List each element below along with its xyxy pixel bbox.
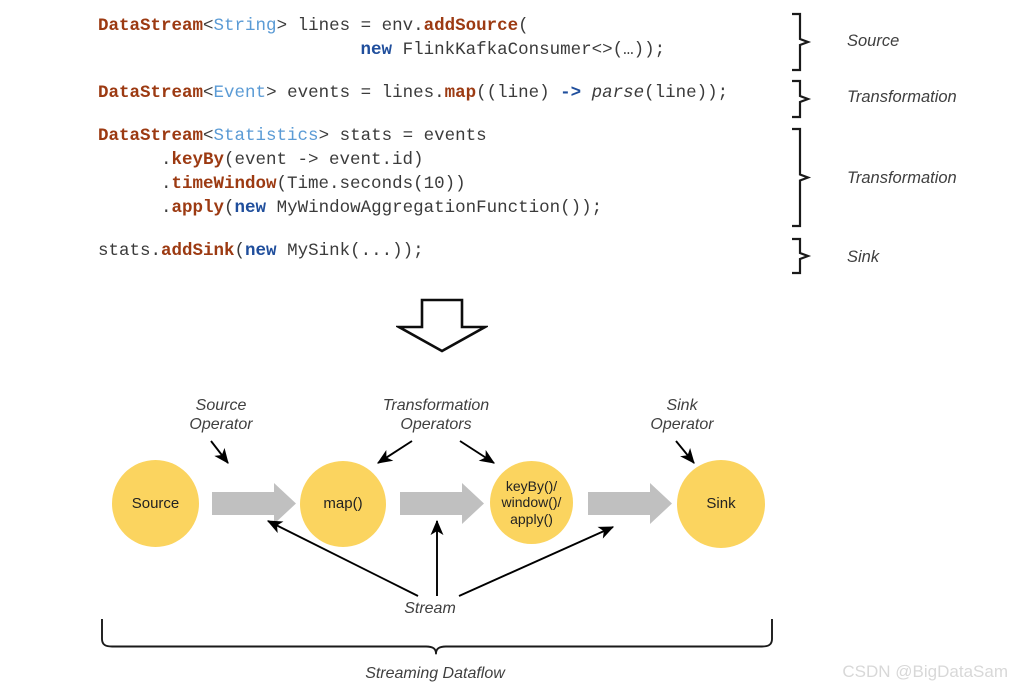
label-source-operator: Source Operator bbox=[189, 397, 253, 434]
brace-sink bbox=[790, 237, 816, 275]
node-map-label: map() bbox=[323, 495, 363, 513]
code-token-method: apply bbox=[171, 198, 225, 218]
code-token-method: addSink bbox=[161, 241, 235, 261]
code-token-plain: . bbox=[98, 174, 172, 194]
code-token-plain: < bbox=[203, 83, 214, 103]
code-line: stats.addSink(new MySink(...)); bbox=[98, 239, 798, 263]
node-source: Source bbox=[112, 460, 199, 547]
code-token-plain: (event -> event.id) bbox=[224, 150, 424, 170]
label-transformation-operators: Transformation Operators bbox=[382, 397, 490, 434]
code-line: .apply(new MyWindowAggregationFunction()… bbox=[98, 196, 798, 220]
code-token-plain: stats. bbox=[98, 241, 162, 261]
brace-label-transformation-2: Transformation bbox=[847, 169, 957, 187]
pointer-source-operator bbox=[210, 440, 229, 464]
node-sink: Sink bbox=[677, 460, 765, 548]
code-token-plain: (Time.seconds(10)) bbox=[276, 174, 466, 194]
code-token-method: keyBy bbox=[171, 150, 225, 170]
code-token-plain: . bbox=[98, 198, 172, 218]
node-source-label: Source bbox=[131, 494, 180, 512]
code-token-plain: . bbox=[98, 150, 172, 170]
code-token-type: DataStream bbox=[98, 126, 204, 146]
code-token-plain: (line)); bbox=[644, 83, 729, 103]
label-sink-operator: Sink Operator bbox=[650, 397, 714, 434]
code-token-kw: new bbox=[234, 198, 267, 218]
code-token-kw: new bbox=[360, 40, 393, 60]
code-token-method: addSource bbox=[423, 16, 519, 36]
brace-streaming-dataflow bbox=[101, 619, 773, 655]
code-token-plain: < bbox=[203, 126, 214, 146]
code-token-plain: ( bbox=[518, 16, 529, 36]
code-line: DataStream<String> lines = env.addSource… bbox=[98, 14, 798, 38]
code-line: .timeWindow(Time.seconds(10)) bbox=[98, 172, 798, 196]
code-token-plain: ( bbox=[224, 198, 235, 218]
code-token-plain: > stats = events bbox=[318, 126, 487, 146]
node-keyby-label: keyBy()/ window()/ apply() bbox=[501, 477, 562, 527]
code-line: new FlinkKafkaConsumer<>(…)); bbox=[98, 38, 798, 62]
code-token-plain: > events = lines. bbox=[266, 83, 445, 103]
code-token-method: map bbox=[444, 83, 477, 103]
brace-label-source: Source bbox=[847, 32, 900, 50]
node-keyby-window-apply: keyBy()/ window()/ apply() bbox=[490, 461, 573, 544]
code-token-type: DataStream bbox=[98, 83, 204, 103]
code-line: .keyBy(event -> event.id) bbox=[98, 148, 798, 172]
code-token-method: timeWindow bbox=[171, 174, 277, 194]
code-token-plain: MySink(...)); bbox=[276, 241, 424, 261]
flow-arrow-keyby-sink bbox=[588, 483, 672, 524]
pointer-transformation-keyby bbox=[459, 440, 495, 464]
flow-arrow-map-keyby bbox=[400, 483, 484, 524]
brace-transformation-1 bbox=[790, 79, 816, 119]
code-token-generic: String bbox=[213, 16, 277, 36]
brace-label-sink: Sink bbox=[847, 248, 880, 266]
down-arrow-icon bbox=[394, 298, 490, 358]
code-line: DataStream<Event> events = lines.map((li… bbox=[98, 81, 798, 105]
brace-transformation-2 bbox=[790, 127, 816, 228]
code-token-plain: MyWindowAggregationFunction()); bbox=[266, 198, 603, 218]
node-map: map() bbox=[300, 461, 386, 547]
code-line: DataStream<Statistics> stats = events bbox=[98, 124, 798, 148]
code-token-type: DataStream bbox=[98, 16, 204, 36]
code-token-generic: Statistics bbox=[213, 126, 319, 146]
code-token-kw: new bbox=[245, 241, 277, 261]
code-token-generic: Event bbox=[213, 83, 267, 103]
pointer-sink-operator bbox=[675, 440, 695, 464]
watermark-text: CSDN @BigDataSam bbox=[842, 662, 1008, 681]
code-token-plain: FlinkKafkaConsumer<>(…)); bbox=[392, 40, 666, 60]
code-token-plain: ((line) bbox=[476, 83, 561, 103]
label-streaming-dataflow: Streaming Dataflow bbox=[365, 665, 505, 682]
code-snippet: DataStream<String> lines = env.addSource… bbox=[98, 14, 798, 263]
pointer-transformation-map bbox=[377, 440, 413, 464]
flow-arrow-source-map bbox=[212, 483, 296, 524]
brace-label-transformation-1: Transformation bbox=[847, 88, 957, 106]
label-stream: Stream bbox=[404, 600, 456, 617]
code-token-kw: -> bbox=[560, 83, 582, 103]
code-token-italic: parse bbox=[591, 83, 645, 103]
code-token-plain: < bbox=[203, 16, 214, 36]
node-sink-label: Sink bbox=[706, 495, 736, 513]
code-token-plain: ( bbox=[234, 241, 246, 261]
code-token-plain: > lines = env. bbox=[276, 16, 424, 36]
brace-source bbox=[790, 12, 816, 72]
